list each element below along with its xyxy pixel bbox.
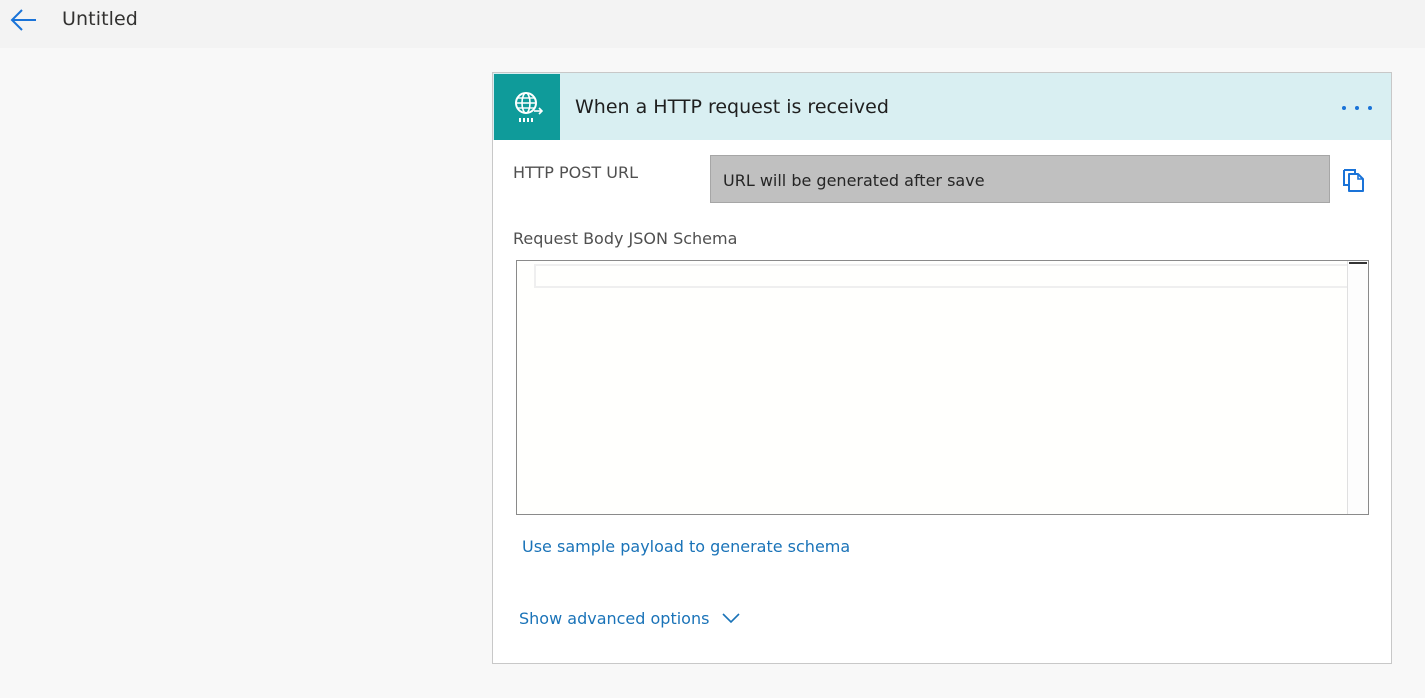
more-horizontal-icon	[1342, 106, 1372, 110]
copy-url-button[interactable]	[1341, 166, 1367, 194]
top-bar: Untitled	[0, 0, 1425, 48]
arrow-left-icon	[10, 9, 36, 31]
copy-icon	[1343, 169, 1364, 192]
http-post-url-label: HTTP POST URL	[513, 163, 639, 182]
chevron-down-icon[interactable]	[721, 610, 741, 626]
schema-editor-current-line[interactable]	[534, 264, 1366, 288]
scrollbar-thumb[interactable]	[1349, 262, 1367, 264]
schema-label: Request Body JSON Schema	[513, 229, 738, 248]
trigger-icon-tile	[494, 74, 560, 140]
schema-editor[interactable]	[516, 260, 1369, 515]
use-sample-payload-link[interactable]: Use sample payload to generate schema	[522, 537, 850, 556]
more-options-button[interactable]	[1337, 93, 1377, 123]
back-button[interactable]	[8, 4, 40, 36]
show-advanced-options-link[interactable]: Show advanced options	[519, 609, 709, 628]
http-globe-icon	[515, 92, 543, 122]
schema-editor-scrollbar[interactable]	[1347, 261, 1368, 514]
card-title: When a HTTP request is received	[575, 96, 889, 118]
http-post-url-field: URL will be generated after save	[710, 155, 1330, 203]
card-header[interactable]: When a HTTP request is received	[493, 73, 1391, 140]
flow-title: Untitled	[62, 8, 138, 30]
http-trigger-card: When a HTTP request is received HTTP POS…	[492, 72, 1392, 664]
